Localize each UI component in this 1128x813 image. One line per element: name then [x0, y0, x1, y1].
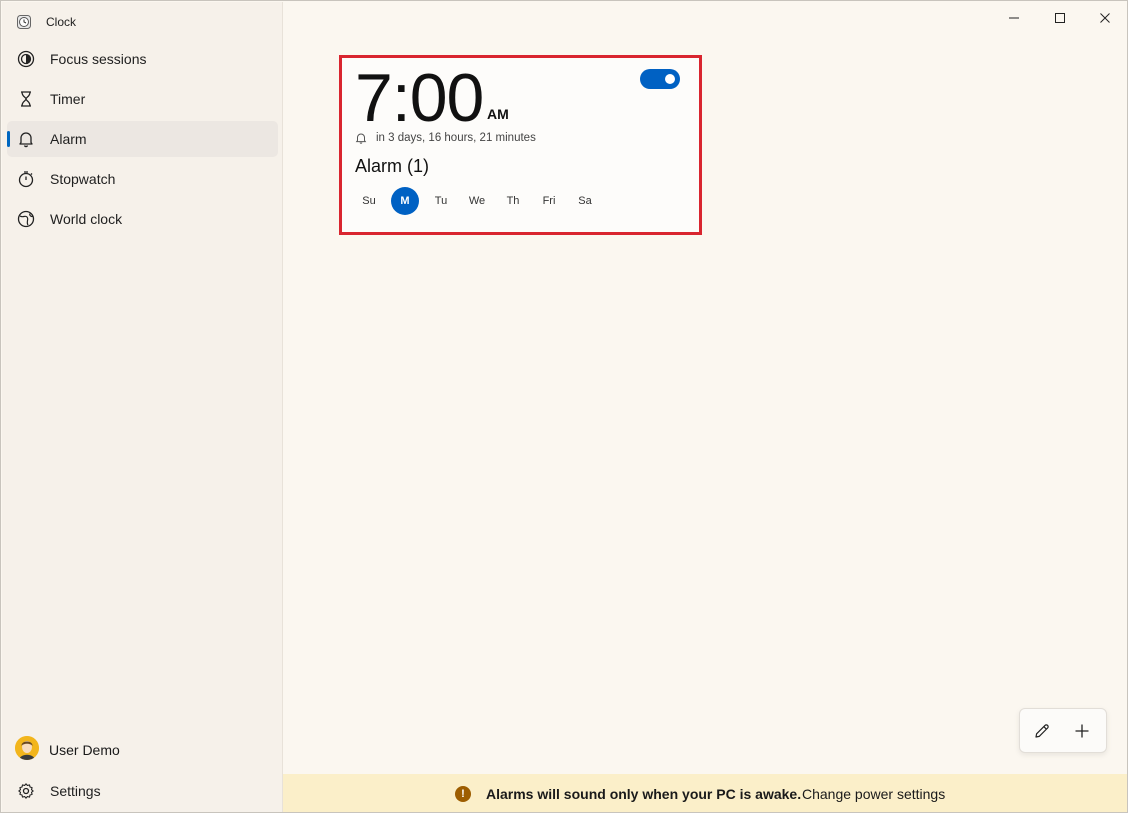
- alarm-card[interactable]: 7:00 AM in 3 days, 16 hours, 21 minutes …: [339, 55, 702, 235]
- hourglass-icon: [21, 91, 31, 107]
- sidebar-item-label: Stopwatch: [50, 171, 116, 187]
- close-icon: [1100, 13, 1110, 23]
- plus-icon: [1075, 724, 1089, 738]
- minimize-icon: [1009, 17, 1019, 19]
- bell-icon: [19, 132, 33, 148]
- user-name: User Demo: [49, 742, 120, 758]
- close-button[interactable]: [1082, 3, 1127, 33]
- user-account[interactable]: User Demo: [7, 731, 278, 767]
- day-monday: M: [391, 187, 419, 215]
- infobar-message: Alarms will sound only when your PC is a…: [486, 786, 802, 802]
- day-thursday: Th: [506, 195, 520, 207]
- alarm-time: 7:00: [355, 60, 484, 136]
- day-sunday: Su: [362, 195, 376, 207]
- sidebar: Clock Focus sessions Timer Alarm Stopwat…: [2, 2, 283, 812]
- sidebar-item-stopwatch[interactable]: Stopwatch: [7, 161, 278, 197]
- app-title-bar: Clock: [16, 12, 76, 32]
- app-title: Clock: [46, 15, 77, 29]
- clock-window: Clock Focus sessions Timer Alarm Stopwat…: [0, 0, 1128, 813]
- avatar: [15, 736, 39, 760]
- stopwatch-icon: [18, 171, 34, 188]
- alarm-toggle[interactable]: [640, 69, 680, 89]
- day-friday: Fri: [542, 195, 556, 207]
- add-alarm-button[interactable]: [1070, 719, 1094, 743]
- gear-icon: [18, 783, 34, 799]
- alarm-ampm: AM: [487, 106, 509, 122]
- sidebar-item-label: Timer: [50, 91, 86, 107]
- pencil-icon: [1035, 724, 1049, 738]
- sidebar-item-focus-sessions[interactable]: Focus sessions: [7, 41, 278, 77]
- sidebar-item-settings[interactable]: Settings: [7, 773, 278, 809]
- day-tuesday: Tu: [434, 195, 448, 207]
- focus-icon: [17, 50, 35, 68]
- globe-icon: [17, 210, 35, 228]
- toggle-knob: [665, 74, 675, 84]
- sidebar-item-label: Settings: [50, 783, 101, 799]
- warning-icon: !: [455, 786, 471, 802]
- alarm-days: Su M Tu We Th Fri Sa: [355, 187, 615, 215]
- day-saturday: Sa: [578, 195, 592, 207]
- clock-app-icon: [17, 15, 31, 29]
- maximize-icon: [1055, 13, 1065, 23]
- sidebar-item-label: Alarm: [50, 131, 87, 147]
- edit-alarms-button[interactable]: [1030, 719, 1054, 743]
- minimize-button[interactable]: [991, 3, 1037, 33]
- alarm-name: Alarm (1): [355, 156, 430, 176]
- change-power-settings-link[interactable]: Change power settings: [802, 786, 945, 802]
- sidebar-item-label: World clock: [50, 211, 123, 227]
- bell-icon: [355, 133, 367, 144]
- power-infobar: ! Alarms will sound only when your PC is…: [283, 774, 1127, 812]
- sidebar-item-alarm[interactable]: Alarm: [7, 121, 278, 157]
- alarm-actions: [1019, 708, 1107, 753]
- sidebar-item-timer[interactable]: Timer: [7, 81, 278, 117]
- maximize-button[interactable]: [1037, 3, 1083, 33]
- remaining-text: in 3 days, 16 hours, 21 minutes: [376, 132, 536, 144]
- day-wednesday: We: [468, 195, 486, 207]
- sidebar-item-world-clock[interactable]: World clock: [7, 201, 278, 237]
- sidebar-item-label: Focus sessions: [50, 51, 147, 67]
